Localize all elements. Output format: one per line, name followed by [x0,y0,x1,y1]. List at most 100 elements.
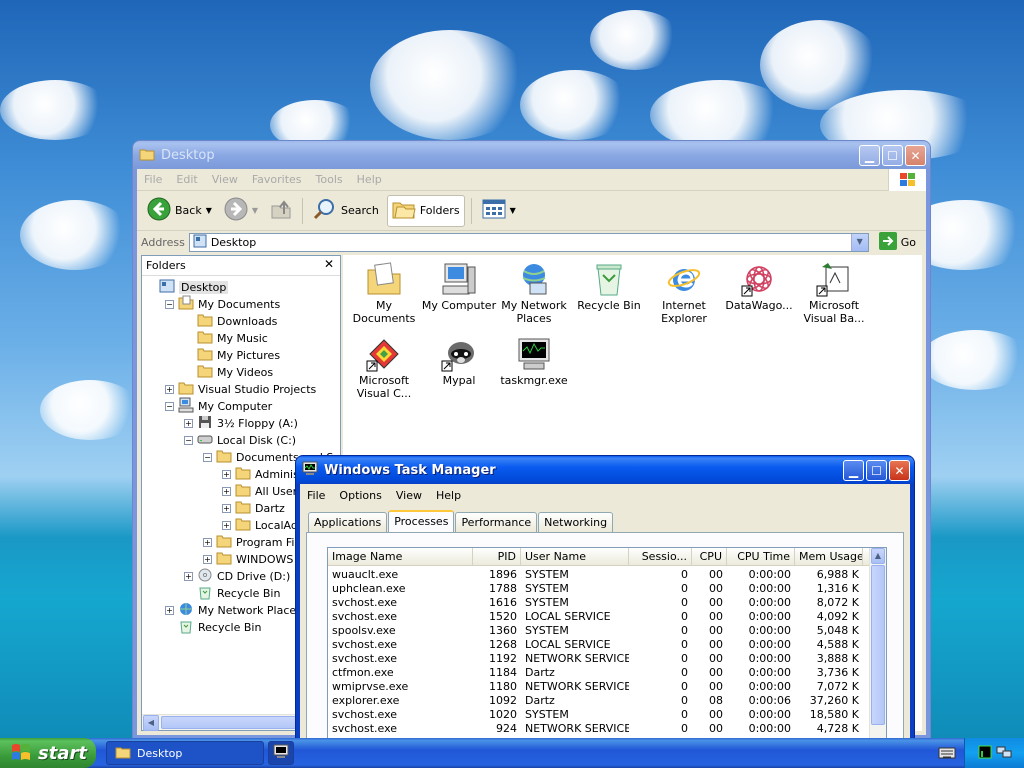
taskbar-button-taskmgr[interactable] [268,741,294,765]
menu-file[interactable]: File [300,489,332,502]
tree-item[interactable]: My Videos [184,364,273,381]
go-button[interactable]: Go [873,231,922,253]
column-pid[interactable]: PID [473,548,521,565]
process-row[interactable]: spoolsv.exe 1360 SYSTEM 0 00 0:00:00 5,048 K [328,624,886,638]
forward-button[interactable]: ▼ [220,195,262,227]
expand-icon[interactable]: + [165,385,174,394]
close-icon[interactable]: ✕ [324,257,334,271]
tree-item[interactable]: + WINDOWS [203,551,293,568]
process-row[interactable]: wuauclt.exe 1896 SYSTEM 0 00 0:00:00 6,988 K [328,568,886,582]
expand-icon[interactable]: + [184,419,193,428]
collapse-icon[interactable]: − [165,300,174,309]
column-mem-usage[interactable]: Mem Usage [795,548,863,565]
menu-view[interactable]: View [389,489,429,502]
close-button[interactable]: ✕ [905,145,926,166]
taskbar-button-desktop[interactable]: Desktop [106,741,264,765]
address-field[interactable]: Desktop ▼ [188,232,869,252]
process-row[interactable]: wmiprvse.exe 1180 NETWORK SERVICE 0 00 0:00:0… [328,680,886,694]
tree-item[interactable]: − Local Disk (C:) [184,432,296,449]
column-image-name[interactable]: Image Name [328,548,473,565]
process-row[interactable]: svchost.exe 1268 LOCAL SERVICE 0 00 0:00:00 4,… [328,638,886,652]
process-row[interactable]: uphclean.exe 1788 SYSTEM 0 00 0:00:00 1,316 K [328,582,886,596]
process-row[interactable]: svchost.exe 1020 SYSTEM 0 00 0:00:00 18,580 K [328,708,886,722]
menu-favorites[interactable]: Favorites [245,173,309,186]
process-row[interactable]: svchost.exe 1616 SYSTEM 0 00 0:00:00 8,072 K [328,596,886,610]
tree-item[interactable]: +3½ Floppy (A:) [184,415,298,432]
collapse-icon[interactable]: − [165,402,174,411]
folders-button[interactable]: Folders [386,194,465,227]
tree-item[interactable]: + Dartz [222,500,285,517]
scroll-thumb[interactable] [871,565,885,725]
menu-options[interactable]: Options [332,489,388,502]
expand-icon[interactable]: + [203,538,212,547]
process-row[interactable]: explorer.exe 1092 Dartz 0 08 0:00:06 37,260 K [328,694,886,708]
desktop-item[interactable]: My Computer [420,257,498,312]
desktop-item[interactable]: Internet Explorer [645,257,723,325]
desktop-item[interactable]: Recycle Bin [570,257,648,312]
tree-item[interactable]: − My Computer [165,397,272,415]
tab-processes[interactable]: Processes [388,510,455,532]
column-cpu[interactable]: CPU [692,548,727,565]
views-button[interactable]: ▼ [478,195,520,227]
process-row[interactable]: svchost.exe 1192 NETWORK SERVICE 0 00 0:00:00… [328,652,886,666]
process-row[interactable]: svchost.exe 924 NETWORK SERVICE 0 00 0:00:00 4… [328,722,886,736]
menu-help[interactable]: Help [350,173,389,186]
tree-item[interactable]: My Pictures [184,347,280,364]
expand-icon[interactable]: + [184,572,193,581]
desktop-item[interactable]: Microsoft Visual Ba... [795,257,873,325]
desktop-item[interactable]: Microsoft Visual C... [345,332,423,400]
desktop-item[interactable]: Mypal [420,332,498,387]
start-button[interactable]: start [0,738,96,768]
desktop-item[interactable]: taskmgr.exe [495,332,573,387]
expand-icon[interactable]: + [222,487,231,496]
menu-help[interactable]: Help [429,489,468,502]
process-list[interactable]: Image Name PID User Name Sessio... CPU C… [327,547,887,768]
scroll-up-button[interactable]: ▲ [871,548,885,564]
expand-icon[interactable]: + [165,606,174,615]
vertical-scrollbar[interactable]: ▲ [869,548,886,767]
menu-tools[interactable]: Tools [309,173,350,186]
maximize-button[interactable]: ☐ [882,145,903,166]
tab-networking[interactable]: Networking [538,512,614,532]
desktop-item[interactable]: My Documents [345,257,423,325]
explorer-titlebar[interactable]: Desktop ▁ ☐ ✕ [133,141,930,169]
desktop-item[interactable]: DataWago... [720,257,798,312]
process-row[interactable]: svchost.exe 1520 LOCAL SERVICE 0 00 0:00:00 4,… [328,610,886,624]
tree-item[interactable]: − My Documents [165,295,280,313]
menu-file[interactable]: File [137,173,169,186]
menu-edit[interactable]: Edit [169,173,204,186]
minimize-button[interactable]: ▁ [859,145,880,166]
keyboard-icon[interactable] [938,746,956,763]
tab-applications[interactable]: Applications [308,512,388,532]
tree-item[interactable]: My Music [184,330,268,347]
tab-performance[interactable]: Performance [455,512,538,532]
taskmgr-titlebar[interactable]: Windows Task Manager ▁ ☐ ✕ [296,456,914,484]
expand-icon[interactable]: + [203,555,212,564]
expand-icon[interactable]: + [222,470,231,479]
tree-item[interactable]: Recycle Bin [184,585,280,602]
maximize-button[interactable]: ☐ [866,460,887,481]
forward-dropdown-icon[interactable]: ▼ [252,206,258,215]
back-button[interactable]: Back ▼ [143,195,216,227]
column-user-name[interactable]: User Name [521,548,629,565]
network-tray-icon[interactable] [996,745,1012,762]
process-row[interactable]: ctfmon.exe 1184 Dartz 0 00 0:00:00 3,736 K [328,666,886,680]
close-button[interactable]: ✕ [889,460,910,481]
menu-view[interactable]: View [205,173,245,186]
tree-item[interactable]: Downloads [184,313,277,330]
back-dropdown-icon[interactable]: ▼ [206,206,212,215]
search-button[interactable]: Search [309,195,383,227]
tree-item[interactable]: + My Network Places [165,602,302,619]
tree-item[interactable]: + CD Drive (D:) [184,568,290,585]
column-cpu-time[interactable]: CPU Time [727,548,795,565]
scroll-left-button[interactable]: ◀ [143,715,159,731]
tree-item[interactable]: + Visual Studio Projects [165,381,316,398]
tree-item[interactable]: + Program Files [203,534,310,551]
desktop-item[interactable]: My Network Places [495,257,573,325]
minimize-button[interactable]: ▁ [843,460,864,481]
collapse-icon[interactable]: − [184,436,193,445]
task-manager-window[interactable]: Windows Task Manager ▁ ☐ ✕ File Options … [295,455,915,768]
column-session[interactable]: Sessio... [629,548,692,565]
tree-item[interactable]: Recycle Bin [165,619,261,636]
collapse-icon[interactable]: − [203,453,212,462]
